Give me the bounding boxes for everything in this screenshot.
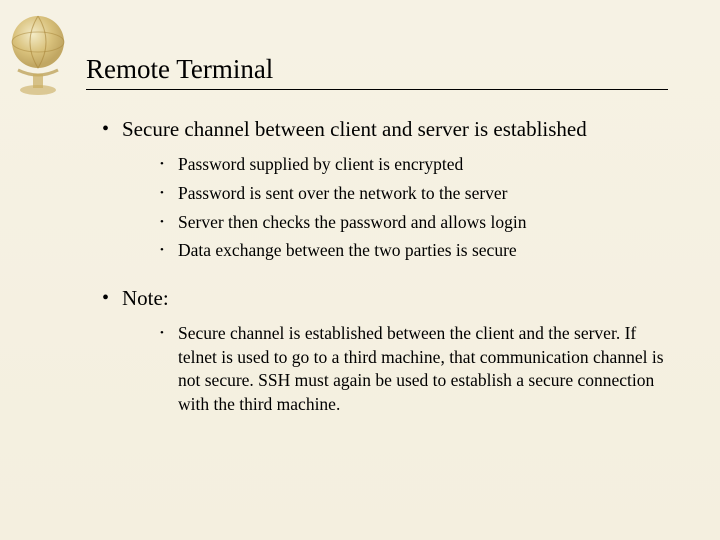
- bullet-list: Secure channel between client and server…: [102, 116, 670, 439]
- slide: { "title": "Remote Terminal", "bullets":…: [0, 0, 720, 540]
- list-item-text: Note:: [122, 286, 169, 310]
- list-item-text: Secure channel between client and server…: [122, 117, 587, 141]
- sub-bullet-list: Secure channel is established between th…: [122, 322, 670, 417]
- list-item: Server then checks the password and allo…: [160, 211, 670, 235]
- slide-title: Remote Terminal: [86, 54, 668, 90]
- list-item: Password is sent over the network to the…: [160, 182, 670, 206]
- sub-bullet-list: Password supplied by client is encrypted…: [122, 153, 670, 263]
- list-item: Password supplied by client is encrypted: [160, 153, 670, 177]
- globe-icon: [0, 0, 90, 110]
- list-item: Secure channel is established between th…: [160, 322, 670, 417]
- list-item: Secure channel between client and server…: [102, 116, 670, 263]
- list-item: Note: Secure channel is established betw…: [102, 285, 670, 417]
- list-item: Data exchange between the two parties is…: [160, 239, 670, 263]
